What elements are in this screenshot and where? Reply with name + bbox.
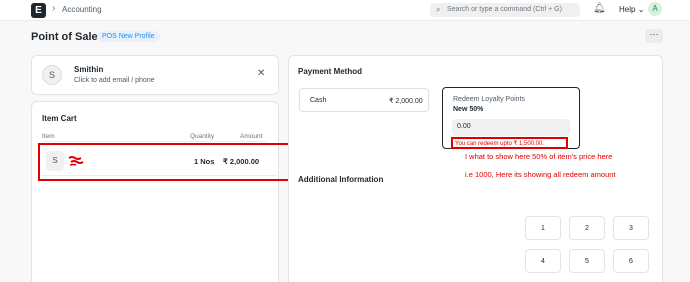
bell-icon[interactable]: 🔔︎ (593, 3, 606, 14)
annotation-note-1: I what to show here 50% of item's price … (465, 152, 613, 161)
keypad-key-6[interactable]: 6 (613, 249, 649, 273)
loyalty-program: New 50% (453, 106, 484, 113)
page-title: Point of Sale (31, 31, 98, 43)
search-placeholder: Search or type a command (Ctrl + G) (447, 6, 562, 13)
customer-name: Smithin (74, 65, 104, 74)
cash-payment-option[interactable]: Cash ₹ 2,000.00 (299, 88, 429, 112)
cash-label: Cash (310, 97, 327, 104)
customer-contact-hint[interactable]: Click to add email / phone (74, 77, 155, 84)
chevron-down-icon: ⌄ (637, 5, 645, 14)
redeem-hint: You can redeem upto ₹ 1,500.00. (451, 137, 568, 149)
navbar: E › Accounting ⌕ Search or type a comman… (0, 0, 690, 21)
divider (42, 175, 277, 176)
payment-panel: Payment Method Cash ₹ 2,000.00 Redeem Lo… (288, 55, 663, 282)
loyalty-label: Redeem Loyalty Points (453, 96, 525, 103)
column-quantity: Quantity (190, 133, 215, 140)
payment-method-title: Payment Method (298, 67, 363, 76)
customer-card[interactable]: S Smithin Click to add email / phone ✕ (31, 55, 279, 95)
keypad-key-1[interactable]: 1 (525, 216, 561, 240)
loyalty-amount-input[interactable]: 0.00 (452, 119, 570, 136)
item-cart-title: Item Cart (42, 114, 77, 123)
close-icon[interactable]: ✕ (257, 68, 265, 79)
keypad-key-3[interactable]: 3 (613, 216, 649, 240)
additional-information-title: Additional Information (298, 175, 384, 184)
column-item: Item (42, 133, 55, 140)
app-logo[interactable]: E (31, 3, 46, 18)
search-icon: ⌕ (436, 5, 441, 14)
user-avatar[interactable]: A (648, 2, 662, 16)
redacted-item-name (68, 156, 84, 166)
annotation-note-2: i.e 1000, Here its showing all redeem am… (465, 170, 616, 179)
keypad-key-2[interactable]: 2 (569, 216, 605, 240)
breadcrumb-accounting[interactable]: Accounting (62, 5, 102, 14)
item-cart: Item Cart Item Quantity Amount S 1 Nos ₹… (31, 101, 304, 282)
search-input[interactable]: ⌕ Search or type a command (Ctrl + G) (430, 3, 580, 17)
divider (42, 141, 267, 142)
keypad-key-4[interactable]: 4 (525, 249, 561, 273)
chevron-right-icon: › (52, 3, 56, 14)
help-label: Help (619, 5, 636, 14)
item-amount: ₹ 2,000.00 (223, 157, 260, 166)
item-avatar: S (46, 151, 64, 171)
cash-amount: ₹ 2,000.00 (389, 98, 423, 105)
item-quantity: 1 Nos (194, 157, 215, 166)
keypad-key-5[interactable]: 5 (569, 249, 605, 273)
pos-profile-badge: POS New Profile (97, 31, 160, 42)
column-amount: Amount (240, 133, 263, 140)
help-dropdown[interactable]: Help ⌄ (619, 5, 644, 14)
more-menu-button[interactable]: ··· (645, 29, 663, 43)
customer-avatar: S (42, 65, 62, 85)
